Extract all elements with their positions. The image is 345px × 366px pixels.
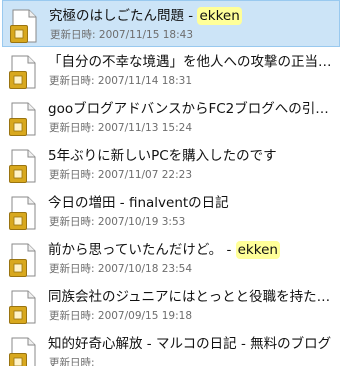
item-title: 同族会社のジュニアにはとっとと役職を持たせるべきだ bbox=[48, 286, 334, 308]
list-item[interactable]: 今日の増田 - finalventの日記 更新日時: 2007/10/19 3:5… bbox=[2, 188, 340, 235]
item-date: 更新日時: 2007/09/15 19:18 bbox=[49, 309, 192, 323]
date-label: 更新日時: bbox=[49, 310, 95, 322]
list-item[interactable]: 前から思っていたんだけど。 - ekken 更新日時: 2007/10/18 23… bbox=[2, 235, 340, 282]
date-label: 更新日時: bbox=[49, 263, 95, 275]
date-value: 2007/10/19 3:53 bbox=[97, 216, 186, 228]
item-title-text: 究極のはしごたん問題 - bbox=[49, 8, 198, 24]
date-label: 更新日時: bbox=[49, 357, 95, 366]
date-value: 2007/10/18 23:54 bbox=[97, 263, 193, 275]
web-document-icon bbox=[9, 196, 36, 230]
item-title-text: 前から思っていたんだけど。 - bbox=[48, 242, 236, 258]
item-title-text: gooブログアドバンスからFC2ブログへの引越しの手順 bbox=[48, 101, 334, 117]
history-list: 究極のはしごたん問題 - ekken 更新日時: 2007/11/15 18:43… bbox=[0, 0, 345, 366]
item-date: 更新日時: 2007/11/07 22:23 bbox=[49, 168, 192, 182]
date-label: 更新日時: bbox=[50, 29, 96, 41]
date-label: 更新日時: bbox=[49, 122, 95, 134]
item-title-text: 今日の増田 - finalventの日記 bbox=[48, 195, 229, 211]
web-document-icon bbox=[10, 9, 37, 43]
web-document-icon bbox=[9, 243, 36, 277]
item-date: 更新日時: bbox=[49, 356, 95, 366]
item-date: 更新日時: 2007/10/18 23:54 bbox=[49, 262, 192, 276]
item-date: 更新日時: 2007/11/13 15:24 bbox=[49, 121, 192, 135]
item-title-text: 同族会社のジュニアにはとっとと役職を持たせるべきだ bbox=[48, 289, 334, 305]
item-title: 究極のはしごたん問題 - ekken bbox=[49, 5, 335, 27]
item-date: 更新日時: 2007/11/15 18:43 bbox=[50, 28, 193, 42]
date-label: 更新日時: bbox=[49, 75, 95, 87]
date-value: 2007/11/14 18:31 bbox=[97, 75, 193, 87]
list-item[interactable]: gooブログアドバンスからFC2ブログへの引越しの手順更新日時: 2007/11… bbox=[2, 94, 340, 141]
date-value: 2007/11/15 18:43 bbox=[98, 29, 194, 41]
date-label: 更新日時: bbox=[49, 216, 95, 228]
item-date: 更新日時: 2007/11/14 18:31 bbox=[49, 74, 192, 88]
list-item[interactable]: 究極のはしごたん問題 - ekken 更新日時: 2007/11/15 18:43 bbox=[2, 0, 340, 47]
list-item[interactable]: 知的好奇心解放 - マルコの日記 - 無料のブログ更新日時: bbox=[2, 329, 340, 366]
list-item[interactable]: 同族会社のジュニアにはとっとと役職を持たせるべきだ更新日時: 2007/09/1… bbox=[2, 282, 340, 329]
web-document-icon bbox=[9, 290, 36, 324]
item-title: 知的好奇心解放 - マルコの日記 - 無料のブログ bbox=[48, 333, 334, 355]
item-title: 前から思っていたんだけど。 - ekken bbox=[48, 239, 334, 261]
list-item[interactable]: 「自分の不幸な境遇」を他人への攻撃の正当化に使う更新日時: 2007/11/14… bbox=[2, 47, 340, 94]
item-title-text: 「自分の不幸な境遇」を他人への攻撃の正当化に使う bbox=[48, 54, 334, 70]
web-document-icon bbox=[9, 55, 36, 89]
item-title: 「自分の不幸な境遇」を他人への攻撃の正当化に使う bbox=[48, 51, 334, 73]
date-value: 2007/11/13 15:24 bbox=[97, 122, 193, 134]
keyword-highlight: ekken bbox=[235, 241, 280, 259]
item-title: gooブログアドバンスからFC2ブログへの引越しの手順 bbox=[48, 98, 334, 120]
item-title-text: 5年ぶりに新しいPCを購入したのです bbox=[48, 148, 277, 164]
item-title: 5年ぶりに新しいPCを購入したのです bbox=[48, 145, 334, 167]
date-value: 2007/09/15 19:18 bbox=[97, 310, 193, 322]
keyword-highlight: ekken bbox=[197, 7, 242, 25]
web-document-icon bbox=[9, 337, 36, 366]
item-date: 更新日時: 2007/10/19 3:53 bbox=[49, 215, 185, 229]
item-title-text: 知的好奇心解放 - マルコの日記 - 無料のブログ bbox=[48, 336, 332, 352]
list-item[interactable]: 5年ぶりに新しいPCを購入したのです 更新日時: 2007/11/07 22:23 bbox=[2, 141, 340, 188]
item-title: 今日の増田 - finalventの日記 bbox=[48, 192, 334, 214]
date-label: 更新日時: bbox=[49, 169, 95, 181]
date-value: 2007/11/07 22:23 bbox=[97, 169, 193, 181]
web-document-icon bbox=[9, 102, 36, 136]
web-document-icon bbox=[9, 149, 36, 183]
